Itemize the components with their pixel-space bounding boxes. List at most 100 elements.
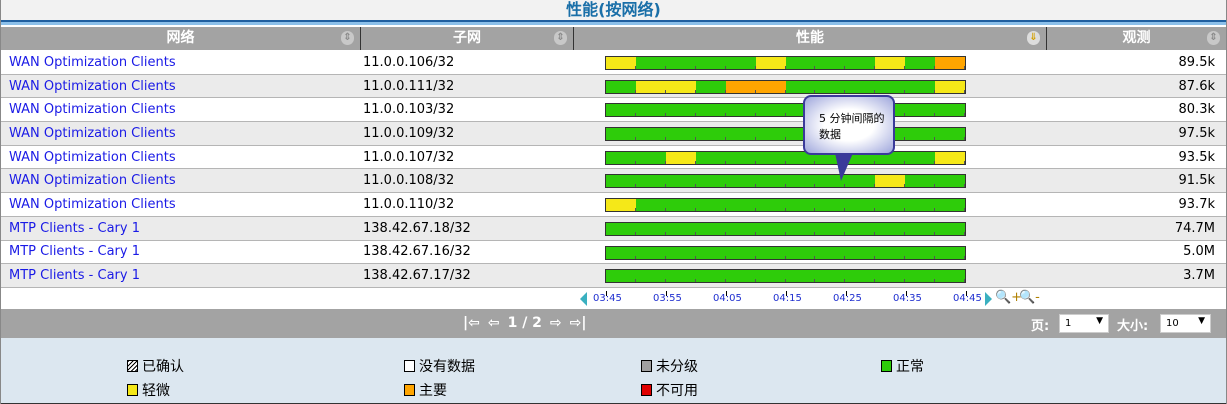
- performance-segment[interactable]: [935, 222, 966, 235]
- performance-segment[interactable]: [905, 128, 936, 141]
- performance-segment[interactable]: [755, 199, 786, 212]
- network-link[interactable]: WAN Optimization Clients: [1, 197, 361, 212]
- performance-segment[interactable]: [935, 270, 966, 283]
- performance-segment[interactable]: [785, 175, 816, 188]
- scroll-left-icon[interactable]: [580, 292, 587, 306]
- performance-segment[interactable]: [635, 270, 666, 283]
- performance-segment[interactable]: [815, 246, 846, 259]
- scroll-right-icon[interactable]: [985, 292, 992, 306]
- first-page-icon[interactable]: |⇦: [463, 315, 480, 331]
- network-link[interactable]: WAN Optimization Clients: [1, 79, 361, 94]
- performance-segment[interactable]: [635, 57, 666, 69]
- performance-segment[interactable]: [606, 246, 636, 259]
- performance-segment[interactable]: [905, 57, 936, 69]
- performance-segment[interactable]: [695, 199, 726, 212]
- performance-segment[interactable]: [845, 246, 876, 259]
- performance-segment[interactable]: [845, 222, 876, 235]
- zoom-out-icon[interactable]: 🔍-: [1019, 290, 1040, 305]
- performance-segment[interactable]: [875, 80, 906, 93]
- performance-segment[interactable]: [635, 246, 666, 259]
- performance-segment[interactable]: [695, 151, 726, 164]
- performance-bar[interactable]: [605, 174, 966, 189]
- performance-segment[interactable]: [905, 104, 936, 117]
- performance-segment[interactable]: [755, 57, 786, 69]
- performance-segment[interactable]: [665, 128, 696, 141]
- performance-bar[interactable]: [605, 103, 966, 118]
- column-header-performance[interactable]: 性能 ⇓: [574, 27, 1047, 50]
- performance-segment[interactable]: [905, 246, 936, 259]
- last-page-icon[interactable]: ⇨|: [570, 315, 587, 331]
- performance-segment[interactable]: [665, 104, 696, 117]
- prev-page-icon[interactable]: ⇦: [488, 315, 500, 331]
- network-link[interactable]: MTP Clients - Cary 1: [1, 244, 361, 259]
- performance-segment[interactable]: [606, 222, 636, 235]
- performance-segment[interactable]: [725, 222, 756, 235]
- performance-segment[interactable]: [606, 57, 636, 69]
- network-link[interactable]: WAN Optimization Clients: [1, 55, 361, 70]
- performance-segment[interactable]: [785, 57, 816, 69]
- performance-segment[interactable]: [755, 104, 786, 117]
- performance-segment[interactable]: [695, 104, 726, 117]
- performance-segment[interactable]: [725, 199, 756, 212]
- performance-segment[interactable]: [725, 151, 756, 164]
- performance-bar[interactable]: [605, 221, 966, 236]
- performance-segment[interactable]: [935, 80, 966, 93]
- performance-segment[interactable]: [665, 80, 696, 93]
- sort-icon[interactable]: ⇕: [1207, 31, 1220, 45]
- performance-segment[interactable]: [695, 128, 726, 141]
- performance-segment[interactable]: [815, 80, 846, 93]
- performance-segment[interactable]: [695, 270, 726, 283]
- performance-segment[interactable]: [725, 246, 756, 259]
- network-link[interactable]: MTP Clients - Cary 1: [1, 221, 361, 236]
- performance-segment[interactable]: [665, 246, 696, 259]
- performance-segment[interactable]: [755, 175, 786, 188]
- performance-segment[interactable]: [665, 222, 696, 235]
- performance-segment[interactable]: [815, 222, 846, 235]
- performance-segment[interactable]: [606, 270, 636, 283]
- performance-segment[interactable]: [815, 270, 846, 283]
- performance-segment[interactable]: [725, 57, 756, 69]
- performance-segment[interactable]: [606, 151, 636, 164]
- performance-segment[interactable]: [785, 270, 816, 283]
- performance-segment[interactable]: [935, 57, 966, 69]
- performance-segment[interactable]: [695, 175, 726, 188]
- performance-segment[interactable]: [935, 104, 966, 117]
- performance-segment[interactable]: [785, 246, 816, 259]
- performance-segment[interactable]: [845, 199, 876, 212]
- performance-segment[interactable]: [755, 151, 786, 164]
- performance-segment[interactable]: [905, 222, 936, 235]
- performance-segment[interactable]: [695, 80, 726, 93]
- performance-segment[interactable]: [606, 199, 636, 212]
- performance-segment[interactable]: [665, 199, 696, 212]
- performance-segment[interactable]: [635, 175, 666, 188]
- sort-icon[interactable]: ⇕: [341, 31, 354, 45]
- network-link[interactable]: WAN Optimization Clients: [1, 150, 361, 165]
- performance-bar[interactable]: [605, 269, 966, 284]
- sort-desc-icon[interactable]: ⇓: [1027, 31, 1040, 45]
- performance-segment[interactable]: [935, 128, 966, 141]
- performance-segment[interactable]: [935, 175, 966, 188]
- column-header-network[interactable]: 网络 ⇕: [1, 27, 361, 50]
- network-link[interactable]: WAN Optimization Clients: [1, 173, 361, 188]
- performance-segment[interactable]: [875, 175, 906, 188]
- performance-segment[interactable]: [755, 80, 786, 93]
- performance-segment[interactable]: [875, 270, 906, 283]
- sort-icon[interactable]: ⇕: [554, 31, 567, 45]
- performance-bar[interactable]: [605, 56, 966, 70]
- performance-segment[interactable]: [606, 104, 636, 117]
- performance-segment[interactable]: [755, 246, 786, 259]
- performance-segment[interactable]: [905, 80, 936, 93]
- performance-segment[interactable]: [725, 104, 756, 117]
- performance-segment[interactable]: [635, 151, 666, 164]
- performance-segment[interactable]: [725, 80, 756, 93]
- performance-segment[interactable]: [725, 128, 756, 141]
- performance-bar[interactable]: [605, 245, 966, 260]
- performance-segment[interactable]: [606, 175, 636, 188]
- performance-segment[interactable]: [815, 57, 846, 69]
- performance-segment[interactable]: [935, 246, 966, 259]
- page-select[interactable]: 1 ▼: [1059, 314, 1109, 333]
- size-select[interactable]: 10 ▼: [1160, 314, 1211, 333]
- performance-segment[interactable]: [905, 199, 936, 212]
- performance-segment[interactable]: [755, 222, 786, 235]
- performance-segment[interactable]: [635, 222, 666, 235]
